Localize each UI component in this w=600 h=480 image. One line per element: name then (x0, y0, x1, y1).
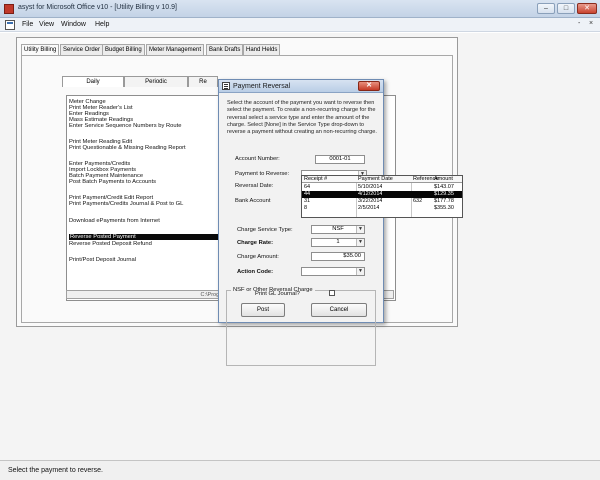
dialog-title-bar: Payment Reversal ✕ (219, 80, 383, 93)
dialog-instructions: Select the account of the payment you wa… (227, 100, 377, 136)
reversal-date-label: Reversal Date: (235, 183, 274, 189)
action-code-label: Action Code: (237, 269, 274, 275)
chevron-down-icon[interactable]: ▼ (356, 239, 364, 246)
amount-cell: $129.35 (434, 191, 454, 197)
tab-periodic[interactable]: Periodic (124, 76, 188, 87)
list-item[interactable]: Post Batch Payments to Accounts (69, 179, 156, 185)
cancel-button[interactable]: Cancel (311, 303, 367, 317)
menu-window[interactable]: Window (61, 21, 86, 28)
minimize-button[interactable]: – (537, 3, 555, 14)
receipt-cell: 31 (304, 198, 311, 204)
window-title: asyst for Microsoft Office v10 - [Utilit… (18, 4, 177, 11)
payment-date-cell: 3/22/2014 (358, 198, 383, 204)
app-icon (4, 4, 14, 14)
list-item[interactable]: Print Questionable & Missing Reading Rep… (69, 145, 186, 151)
charge-rate-value: 1 (336, 239, 340, 245)
main-title-bar: asyst for Microsoft Office v10 - [Utilit… (0, 0, 600, 18)
list-item[interactable]: Reverse Posted Deposit Refund (69, 241, 152, 247)
account-number-label: Account Number: (235, 156, 280, 162)
receipt-cell: 8 (304, 205, 308, 211)
tab-meter-management[interactable]: Meter Management (146, 44, 205, 55)
list-item[interactable]: Print/Post Deposit Journal (69, 257, 136, 263)
tab-hand-helds[interactable]: Hand Helds (243, 44, 281, 55)
tab-reports[interactable]: Re (188, 76, 218, 87)
menu-help[interactable]: Help (95, 21, 109, 28)
payment-date-cell: 4/12/2014 (358, 191, 383, 197)
payment-row[interactable]: 8 2/5/2014 $355.30 (302, 205, 462, 212)
charge-rate-combo[interactable]: 1 ▼ (311, 238, 365, 247)
column-header: Amount (434, 176, 453, 182)
nsf-charge-group (226, 290, 376, 366)
payment-to-reverse-label: Payment to Reverse: (235, 171, 290, 177)
child-minimize-button[interactable]: - (578, 20, 580, 27)
dialog-close-button[interactable]: ✕ (358, 81, 380, 91)
tab-daily[interactable]: Daily (62, 76, 124, 87)
chevron-down-icon[interactable]: ▼ (356, 268, 364, 275)
payment-date-cell: 2/5/2014 (358, 205, 380, 211)
receipt-cell: 44 (304, 191, 311, 197)
menu-bar: File View Window Help - × (0, 18, 600, 32)
payment-date-cell: 5/10/2014 (358, 184, 383, 190)
charge-service-type-value: NSF (332, 226, 344, 232)
charge-amount-label: Charge Amount: (237, 254, 279, 260)
list-item-selected[interactable]: Reverse Posted Payment (69, 234, 221, 240)
charge-service-type-label: Charge Service Type: (237, 227, 293, 233)
payment-row[interactable]: 31 3/22/2014 632 $177.78 (302, 198, 462, 205)
charge-service-type-combo[interactable]: NSF ▼ (311, 225, 365, 234)
amount-cell: $355.30 (434, 205, 454, 211)
payment-row[interactable]: 64 5/10/2014 $143.07 (302, 184, 462, 191)
close-button[interactable]: ✕ (577, 3, 597, 14)
tab-budget-billing[interactable]: Budget Billing (102, 44, 145, 55)
child-close-button[interactable]: × (589, 20, 593, 27)
status-bar: Select the payment to reverse. (0, 460, 600, 480)
list-item[interactable]: Enter Service Sequence Numbers by Route (69, 123, 181, 129)
payment-row-selected[interactable]: 44 4/12/2014 $129.35 (302, 191, 462, 198)
tab-service-order[interactable]: Service Order (60, 44, 104, 55)
list-item[interactable]: Print Payments/Credits Journal & Post to… (69, 201, 183, 207)
chevron-down-icon[interactable]: ▼ (356, 226, 364, 233)
dropdown-header-row: Receipt # Payment Date Reference Amount (302, 176, 462, 183)
form-icon (222, 82, 230, 90)
print-gl-journal-label: Print GL Journal? (255, 291, 300, 297)
receipt-cell: 64 (304, 184, 311, 190)
action-code-combo[interactable]: ▼ (301, 267, 365, 276)
account-number-field[interactable]: 0001-01 (315, 155, 365, 164)
print-gl-journal-checkbox[interactable] (329, 290, 335, 296)
menu-view[interactable]: View (39, 21, 54, 28)
charge-rate-label: Charge Rate: (237, 240, 274, 246)
child-window-icon[interactable] (5, 20, 15, 30)
payment-dropdown-list[interactable]: Receipt # Payment Date Reference Amount … (301, 175, 463, 218)
bank-account-label: Bank Account (235, 198, 271, 204)
column-header: Payment Date (358, 176, 393, 182)
charge-amount-field[interactable]: $35.00 (311, 252, 365, 261)
list-item[interactable]: Download ePayments from Internet (69, 218, 160, 224)
amount-cell: $143.07 (434, 184, 454, 190)
amount-cell: $177.78 (434, 198, 454, 204)
status-text: Select the payment to reverse. (8, 467, 103, 474)
dialog-title: Payment Reversal (233, 83, 291, 90)
maximize-button[interactable]: □ (557, 3, 575, 14)
tab-bank-drafts[interactable]: Bank Drafts (206, 44, 244, 55)
menu-file[interactable]: File (22, 21, 33, 28)
post-button[interactable]: Post (241, 303, 285, 317)
column-header: Receipt # (304, 176, 328, 182)
reference-cell: 632 (413, 198, 423, 204)
